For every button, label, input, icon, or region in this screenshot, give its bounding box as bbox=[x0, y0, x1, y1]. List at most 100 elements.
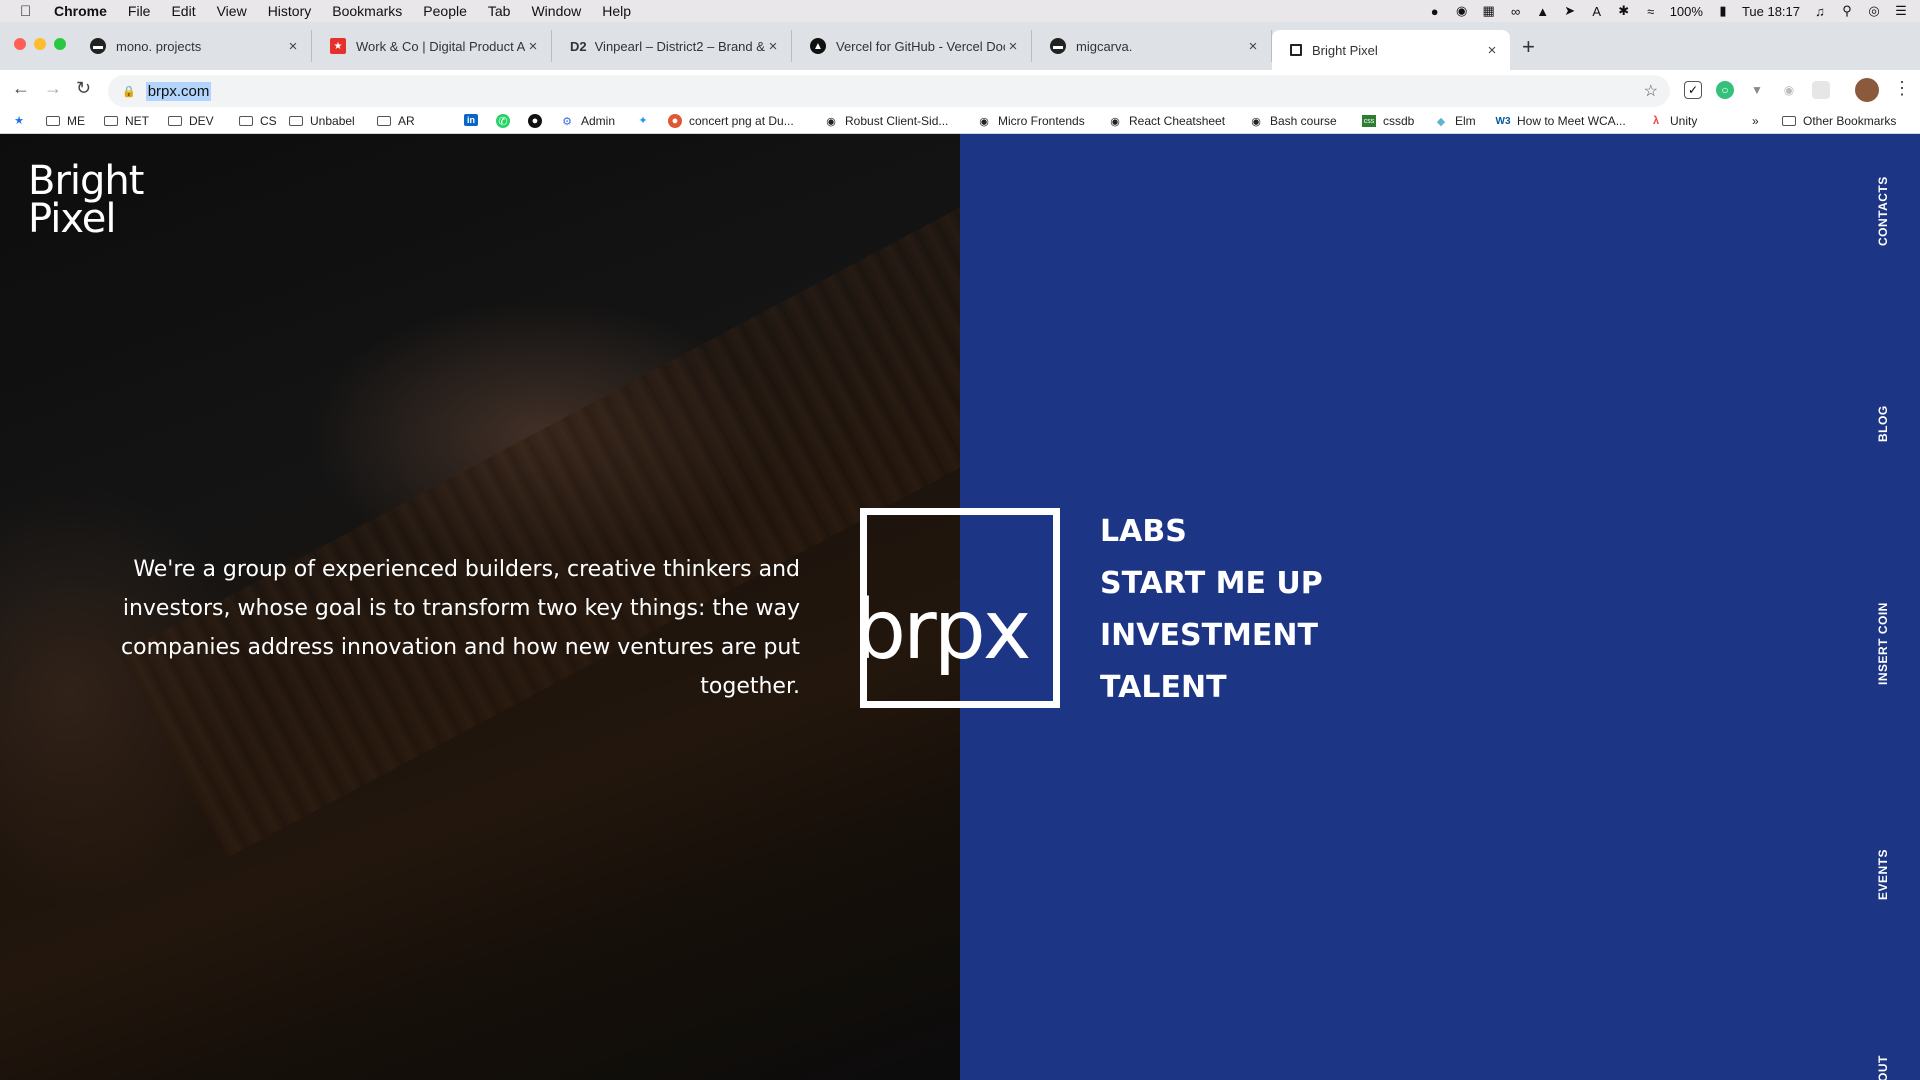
notification-center-icon[interactable]: ☰ bbox=[1893, 3, 1909, 19]
close-tab-icon[interactable]: × bbox=[1005, 38, 1021, 55]
window-controls bbox=[14, 38, 74, 50]
bookmark-folder-dev[interactable]: DEV bbox=[168, 114, 214, 128]
extension-icon[interactable]: ◉ bbox=[1780, 81, 1798, 99]
menu-view[interactable]: View bbox=[217, 3, 247, 19]
bookmark-folder-cs[interactable]: CS bbox=[239, 114, 277, 128]
more-menu-icon[interactable]: ⋮ bbox=[1893, 78, 1911, 99]
side-link-events[interactable]: EVENTS bbox=[1868, 844, 1898, 904]
zoom-window-button[interactable] bbox=[54, 38, 66, 50]
close-tab-icon[interactable]: × bbox=[1245, 38, 1261, 55]
pocket-extension-icon[interactable]: ✓ bbox=[1684, 81, 1702, 99]
side-link-insert-coin[interactable]: INSERT COIN bbox=[1868, 599, 1898, 689]
input-source-icon[interactable]: A bbox=[1589, 3, 1605, 19]
tab-migcarva[interactable]: ▬ migcarva. × bbox=[1032, 30, 1272, 62]
bookmark-folder-me[interactable]: ME bbox=[46, 114, 85, 128]
bookmark-cssdb[interactable]: css cssdb bbox=[1362, 114, 1414, 128]
address-bar[interactable]: 🔒 brpx.com ☆ bbox=[108, 75, 1670, 107]
extension-icon[interactable] bbox=[1812, 81, 1830, 99]
bookmark-twitter[interactable]: ✦ bbox=[636, 114, 657, 127]
bright-pixel-logo[interactable]: Bright Pixel bbox=[28, 158, 144, 239]
menu-help[interactable]: Help bbox=[602, 3, 631, 19]
siri-icon[interactable]: ◎ bbox=[1866, 3, 1882, 19]
bookmarks-overflow-chevron[interactable]: » bbox=[1752, 114, 1759, 128]
apple-icon[interactable]:  bbox=[20, 3, 38, 20]
lock-icon[interactable]: 🔒 bbox=[122, 85, 136, 98]
bookmark-other-bookmarks[interactable]: Other Bookmarks bbox=[1782, 114, 1896, 128]
docker-icon[interactable]: ▲ bbox=[1535, 3, 1551, 19]
bookmark-elm[interactable]: ◆ Elm bbox=[1434, 114, 1476, 128]
bookmark-folder-net[interactable]: NET bbox=[104, 114, 149, 128]
side-link-blog[interactable]: BLOG bbox=[1868, 404, 1898, 444]
duckduckgo-icon: ● bbox=[668, 114, 682, 128]
bookmark-linkedin[interactable]: in bbox=[464, 114, 485, 126]
minimize-window-button[interactable] bbox=[34, 38, 46, 50]
tab-bright-pixel[interactable]: Bright Pixel × bbox=[1272, 30, 1510, 70]
bookmark-folder-unbabel[interactable]: Unbabel bbox=[289, 114, 355, 128]
menu-history[interactable]: History bbox=[268, 3, 312, 19]
grid-app-icon[interactable]: ▦ bbox=[1481, 3, 1497, 19]
menu-file[interactable]: File bbox=[128, 3, 151, 19]
close-tab-icon[interactable]: × bbox=[285, 38, 301, 55]
menu-chrome[interactable]: Chrome bbox=[54, 3, 107, 19]
close-window-button[interactable] bbox=[14, 38, 26, 50]
menu-edit[interactable]: Edit bbox=[171, 3, 195, 19]
bookmark-folder-ar[interactable]: AR bbox=[377, 114, 415, 128]
menu-window[interactable]: Window bbox=[531, 3, 581, 19]
url-text[interactable]: brpx.com bbox=[145, 81, 212, 101]
telegram-icon[interactable]: ➤ bbox=[1562, 3, 1578, 19]
battery-icon[interactable]: ▮ bbox=[1715, 3, 1731, 19]
glasses-icon[interactable]: ∞ bbox=[1508, 3, 1524, 19]
tab-work-co[interactable]: ★ Work & Co | Digital Product Ag × bbox=[312, 30, 552, 62]
github-icon: ● bbox=[528, 114, 542, 128]
bluetooth-icon[interactable]: ✱ bbox=[1616, 3, 1632, 19]
tab-vercel-github[interactable]: ▲ Vercel for GitHub - Vercel Docu × bbox=[792, 30, 1032, 62]
close-tab-icon[interactable]: × bbox=[1484, 42, 1500, 59]
back-arrow-icon[interactable]: ← bbox=[12, 78, 30, 99]
side-link-contacts[interactable]: CONTACTS bbox=[1868, 176, 1898, 246]
tab-title: Work & Co | Digital Product Ag bbox=[356, 38, 525, 54]
tab-vinpearl-district2[interactable]: D2 Vinpearl – District2 – Brand & D × bbox=[552, 30, 792, 62]
bookmark-bash-course[interactable]: ◉ Bash course bbox=[1249, 114, 1337, 128]
close-tab-icon[interactable]: × bbox=[525, 38, 541, 55]
menu-people[interactable]: People bbox=[423, 3, 467, 19]
menu-bookmarks[interactable]: Bookmarks bbox=[332, 3, 402, 19]
evernote-icon[interactable]: ● bbox=[1427, 3, 1443, 19]
bookmark-github[interactable]: ● bbox=[528, 114, 549, 128]
wifi-icon[interactable]: ≈ bbox=[1643, 3, 1659, 19]
forward-arrow-icon[interactable]: → bbox=[44, 78, 62, 99]
bookmark-admin[interactable]: ⚙ Admin bbox=[560, 114, 615, 128]
new-tab-button[interactable]: + bbox=[1522, 34, 1535, 60]
vue-devtools-extension-icon[interactable]: ▼ bbox=[1748, 81, 1766, 99]
folder-icon bbox=[377, 115, 391, 127]
volume-icon[interactable]: ♫ bbox=[1812, 3, 1828, 19]
admin-icon: ⚙ bbox=[562, 115, 572, 128]
nav-link-labs[interactable]: LABS bbox=[1100, 506, 1323, 558]
bookmark-concert-png[interactable]: ● concert png at Du... bbox=[668, 114, 794, 128]
bookmark-star-icon[interactable]: ★ bbox=[12, 114, 33, 127]
bookmark-wcag[interactable]: W3 How to Meet WCA... bbox=[1496, 114, 1626, 128]
menu-tab[interactable]: Tab bbox=[488, 3, 511, 19]
bookmark-unity[interactable]: λ Unity bbox=[1649, 114, 1697, 128]
nav-link-start-me-up[interactable]: START ME UP bbox=[1100, 558, 1323, 610]
bookmark-star-icon[interactable]: ☆ bbox=[1644, 81, 1658, 101]
bookmark-micro-frontends[interactable]: ◉ Micro Frontends bbox=[977, 114, 1085, 128]
whatsapp-icon: ✆ bbox=[496, 114, 510, 128]
onepassword-icon[interactable]: ◉ bbox=[1454, 3, 1470, 19]
tab-mono-projects[interactable]: ▬ mono. projects × bbox=[72, 30, 312, 62]
bookmark-label: AR bbox=[398, 114, 415, 128]
bookmark-robust-client-side[interactable]: ◉ Robust Client-Sid... bbox=[824, 114, 948, 128]
logo-line-1: Bright bbox=[28, 158, 144, 204]
nav-link-investment[interactable]: INVESTMENT bbox=[1100, 610, 1323, 662]
reload-icon[interactable]: ↻ bbox=[76, 78, 91, 99]
spotlight-search-icon[interactable]: ⚲ bbox=[1839, 3, 1855, 19]
bookmark-react-cheatsheet[interactable]: ◉ React Cheatsheet bbox=[1108, 114, 1225, 128]
close-tab-icon[interactable]: × bbox=[765, 38, 781, 55]
bookmark-label: ME bbox=[67, 114, 85, 128]
bookmark-whatsapp[interactable]: ✆ bbox=[496, 114, 517, 128]
profile-avatar[interactable] bbox=[1855, 78, 1879, 102]
side-link-out[interactable]: OUT bbox=[1868, 1049, 1898, 1080]
nav-link-talent[interactable]: TALENT bbox=[1100, 662, 1323, 714]
menubar-clock[interactable]: Tue 18:17 bbox=[1742, 4, 1800, 19]
bookmark-label: DEV bbox=[189, 114, 214, 128]
grammarly-extension-icon[interactable]: ○ bbox=[1716, 81, 1734, 99]
